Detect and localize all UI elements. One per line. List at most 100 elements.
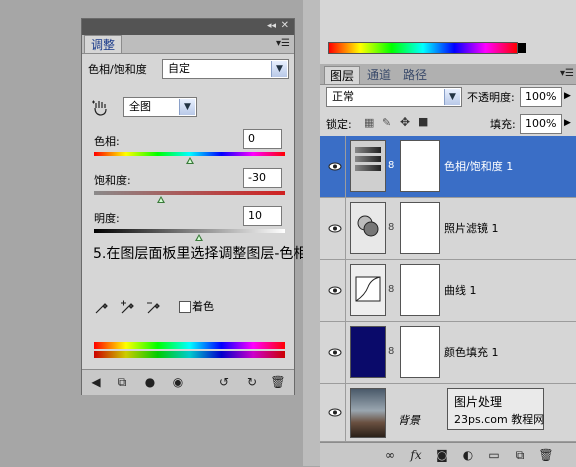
link-layers-icon[interactable]: ∞ xyxy=(382,448,398,462)
panel-tab-row: 调整 ▾☰ xyxy=(82,35,294,54)
layer-name: 色相/饱和度 1 xyxy=(444,160,514,173)
trash-icon[interactable]: 🗑 xyxy=(538,448,554,462)
link-icon[interactable]: 8 xyxy=(388,346,398,360)
layer-row-curves[interactable]: 8 曲线 1 xyxy=(320,260,576,322)
channel-dropdown[interactable]: 全图 ▼ xyxy=(123,97,197,117)
hue-slider-track[interactable] xyxy=(94,152,285,156)
back-arrow-icon[interactable]: ◀ xyxy=(88,375,104,389)
lightness-slider-track[interactable] xyxy=(94,229,285,233)
eyedropper-plus-icon[interactable] xyxy=(120,299,136,315)
panel-divider xyxy=(303,0,321,466)
opacity-label: 不透明度: xyxy=(467,91,515,104)
adjustments-bottom-bar: ◀ ⧉ ● ◉ ↺ ↻ 🗑 xyxy=(82,369,294,395)
adjustments-panel: ◂◂ ✕ 调整 ▾☰ 色相/饱和度 自定 ▼ 全图 ▼ 色相: 0 饱和度: -… xyxy=(81,18,295,395)
trash-icon[interactable]: 🗑 xyxy=(270,375,286,389)
expand-view-icon[interactable]: ⧉ xyxy=(114,375,130,389)
hue-label: 色相: xyxy=(94,135,120,148)
layer-mask-thumbnail[interactable] xyxy=(400,140,440,192)
close-icon[interactable]: ✕ xyxy=(281,20,289,31)
layer-row-photo-filter[interactable]: 8 照片滤镜 1 xyxy=(320,198,576,260)
preset-dropdown[interactable]: 自定 ▼ xyxy=(162,59,289,79)
reset-icon[interactable]: ↻ xyxy=(244,375,260,389)
eye-icon[interactable]: ◉ xyxy=(170,375,186,389)
layer-mask-thumbnail[interactable] xyxy=(400,264,440,316)
watermark: 图片处理 23ps.com 教程网 xyxy=(447,388,544,430)
layers-bottom-bar: ∞ fx ◙ ◐ ▭ ⧉ 🗑 xyxy=(320,442,576,467)
visibility-eye-icon[interactable] xyxy=(324,322,346,383)
saturation-label: 饱和度: xyxy=(94,174,131,187)
tab-adjustments[interactable]: 调整 xyxy=(84,35,123,53)
add-mask-icon[interactable]: ◙ xyxy=(434,448,450,462)
targeted-adjustment-hand-icon[interactable] xyxy=(92,99,110,117)
layer-name: 背景 xyxy=(398,414,420,427)
eyedropper-icon[interactable] xyxy=(94,299,110,315)
lock-position-icon[interactable]: ✥ xyxy=(400,115,410,129)
color-panel xyxy=(320,0,576,65)
chevron-down-icon: ▼ xyxy=(444,89,460,105)
input-color-bar xyxy=(94,342,285,349)
layer-name: 照片滤镜 1 xyxy=(444,222,499,235)
layer-name: 曲线 1 xyxy=(444,284,477,297)
colorize-label: 着色 xyxy=(192,300,214,313)
hue-slider-thumb[interactable] xyxy=(185,157,194,164)
tab-layers[interactable]: 图层 xyxy=(324,66,361,84)
collapse-icon[interactable]: ◂◂ xyxy=(267,21,276,31)
chevron-down-icon: ▼ xyxy=(179,99,195,115)
curves-adjustment-icon xyxy=(350,264,386,316)
link-icon[interactable]: 8 xyxy=(388,284,398,298)
hue-input[interactable]: 0 xyxy=(243,129,282,149)
channel-value: 全图 xyxy=(129,100,151,113)
layers-tab-row: 图层 通道 路径 ▾☰ xyxy=(320,64,576,85)
lightness-label: 明度: xyxy=(94,212,120,225)
layer-row-color-fill[interactable]: 8 颜色填充 1 xyxy=(320,322,576,384)
output-color-bar xyxy=(94,351,285,358)
black-swatch[interactable] xyxy=(518,43,526,53)
hue-saturation-adjustment-icon xyxy=(350,140,386,192)
layer-style-icon[interactable]: fx xyxy=(408,448,424,462)
panel-title-bar[interactable]: ◂◂ ✕ xyxy=(82,19,294,35)
lock-label: 锁定: xyxy=(326,118,352,131)
layer-mask-thumbnail[interactable] xyxy=(400,326,440,378)
lock-all-icon[interactable]: ■ xyxy=(418,115,428,128)
preset-value: 自定 xyxy=(168,62,190,75)
view-previous-icon[interactable]: ↺ xyxy=(216,375,232,389)
clip-to-layer-icon[interactable]: ● xyxy=(142,375,158,389)
opacity-input[interactable]: 100% xyxy=(520,87,562,107)
color-fill-thumbnail xyxy=(350,326,386,378)
lock-transparency-icon[interactable]: ▦ xyxy=(364,116,374,129)
layer-mask-thumbnail[interactable] xyxy=(400,202,440,254)
color-spectrum[interactable] xyxy=(328,42,518,54)
panel-menu-icon[interactable]: ▾☰ xyxy=(276,38,290,49)
blend-mode-dropdown[interactable]: 正常 ▼ xyxy=(326,87,462,107)
new-layer-icon[interactable]: ⧉ xyxy=(512,448,528,462)
fill-label: 填充: xyxy=(490,118,516,131)
preset-label: 色相/饱和度 xyxy=(88,63,147,76)
photo-filter-adjustment-icon xyxy=(350,202,386,254)
lightness-slider-thumb[interactable] xyxy=(195,234,204,241)
fill-input[interactable]: 100% xyxy=(520,114,562,134)
link-icon[interactable]: 8 xyxy=(388,160,398,174)
panel-menu-icon[interactable]: ▾☰ xyxy=(560,68,574,79)
new-adjustment-layer-icon[interactable]: ◐ xyxy=(460,448,476,462)
lightness-input[interactable]: 10 xyxy=(243,206,282,226)
new-group-icon[interactable]: ▭ xyxy=(486,448,502,462)
tab-paths[interactable]: 路径 xyxy=(398,66,432,84)
layer-row-hue-saturation[interactable]: 8 色相/饱和度 1 xyxy=(320,136,576,198)
watermark-line-2: 23ps.com 教程网 xyxy=(454,413,545,426)
background-photo-thumbnail xyxy=(350,388,386,438)
chevron-right-icon[interactable]: ▶ xyxy=(564,118,571,128)
chevron-down-icon: ▼ xyxy=(271,61,287,77)
saturation-slider-thumb[interactable] xyxy=(156,196,165,203)
visibility-eye-icon[interactable] xyxy=(324,384,346,441)
eyedropper-minus-icon[interactable] xyxy=(146,299,162,315)
colorize-checkbox[interactable] xyxy=(179,301,191,313)
lock-pixels-icon[interactable]: ✎ xyxy=(382,116,391,129)
link-icon[interactable]: 8 xyxy=(388,222,398,236)
visibility-eye-icon[interactable] xyxy=(324,260,346,321)
saturation-slider-track[interactable] xyxy=(94,191,285,195)
visibility-eye-icon[interactable] xyxy=(324,136,346,197)
saturation-input[interactable]: -30 xyxy=(243,168,282,188)
chevron-right-icon[interactable]: ▶ xyxy=(564,91,571,101)
visibility-eye-icon[interactable] xyxy=(324,198,346,259)
tab-channels[interactable]: 通道 xyxy=(362,66,396,84)
